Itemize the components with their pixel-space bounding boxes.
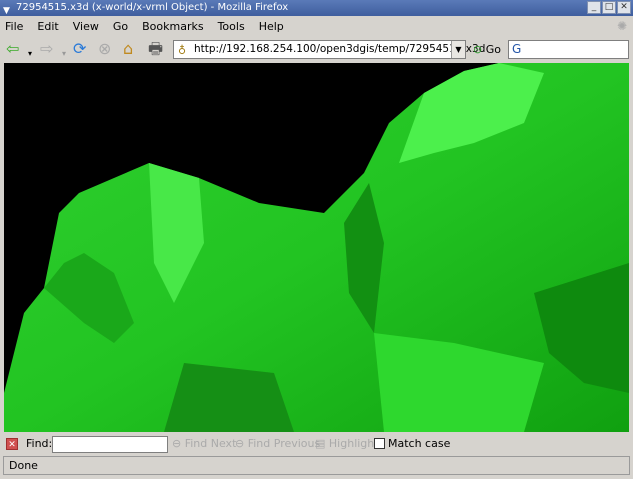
find-label: Find: [26, 437, 53, 450]
match-case-checkbox[interactable]: Match case [374, 437, 450, 450]
x3d-viewer[interactable] [4, 63, 629, 432]
forward-dropdown-icon[interactable]: ▾ [62, 45, 66, 63]
stop-button[interactable]: ⊗ [98, 40, 111, 58]
back-dropdown-icon[interactable]: ▾ [28, 45, 32, 63]
menu-view[interactable]: View [73, 20, 99, 33]
navigation-toolbar: ⇦ ▾ ⇨ ▾ ⟳ ⊗ ⌂ 🖶 ♁ http://192.168.254.100… [0, 36, 633, 63]
find-previous-button[interactable]: ⊖ Find Previous [235, 437, 320, 450]
url-bar[interactable]: ♁ http://192.168.254.100/open3dgis/temp/… [173, 40, 485, 59]
status-text: Done [9, 459, 38, 472]
match-case-label: Match case [388, 437, 451, 450]
print-button[interactable]: 🖶 [148, 40, 163, 58]
highlight-label: Highlight [328, 437, 379, 450]
find-previous-icon: ⊖ [235, 437, 245, 450]
close-find-bar-button[interactable]: ✕ [6, 438, 18, 450]
url-dropdown-icon[interactable]: ▼ [451, 41, 465, 58]
maximize-button[interactable]: □ [602, 1, 616, 14]
minimize-button[interactable]: _ [587, 1, 601, 14]
terrain-render [4, 63, 629, 432]
menu-edit[interactable]: Edit [37, 20, 58, 33]
find-bar: ✕ Find: ⊖ Find Next ⊖ Find Previous ▤ Hi… [0, 433, 633, 455]
title-bar: ▼ 72954515.x3d (x-world/x-vrml Object) -… [0, 0, 633, 16]
highlight-button[interactable]: ▤ Highlight [315, 437, 379, 450]
menu-tools[interactable]: Tools [218, 20, 245, 33]
close-button[interactable]: ✕ [617, 1, 631, 14]
menu-bookmarks[interactable]: Bookmarks [142, 20, 203, 33]
checkbox-icon [374, 438, 385, 449]
menu-file[interactable]: File [5, 20, 23, 33]
go-label: Go [485, 43, 501, 56]
menu-go[interactable]: Go [113, 20, 128, 33]
search-engine-icon[interactable]: G [512, 42, 521, 56]
window-title: 72954515.x3d (x-world/x-vrml Object) - M… [16, 2, 289, 13]
forward-button[interactable]: ⇨ [40, 40, 53, 58]
back-button[interactable]: ⇦ [6, 40, 19, 58]
find-previous-label: Find Previous [247, 437, 321, 450]
go-icon: ⊙ [473, 43, 483, 56]
reload-button[interactable]: ⟳ [73, 40, 86, 58]
find-next-button[interactable]: ⊖ Find Next [172, 437, 236, 450]
find-next-icon: ⊖ [172, 437, 182, 450]
url-text: http://192.168.254.100/open3dgis/temp/72… [194, 43, 486, 55]
search-input[interactable]: G [508, 40, 629, 59]
home-button[interactable]: ⌂ [123, 40, 133, 58]
go-button[interactable]: ⊙ Go [473, 43, 501, 56]
menu-help[interactable]: Help [259, 20, 284, 33]
status-bar: Done [3, 456, 630, 475]
highlight-icon: ▤ [315, 437, 326, 450]
find-input[interactable] [52, 436, 168, 453]
site-icon: ♁ [178, 44, 187, 57]
menu-bar: File Edit View Go Bookmarks Tools Help [0, 16, 633, 36]
throbber-icon: ✺ [616, 19, 627, 33]
find-next-label: Find Next [184, 437, 237, 450]
